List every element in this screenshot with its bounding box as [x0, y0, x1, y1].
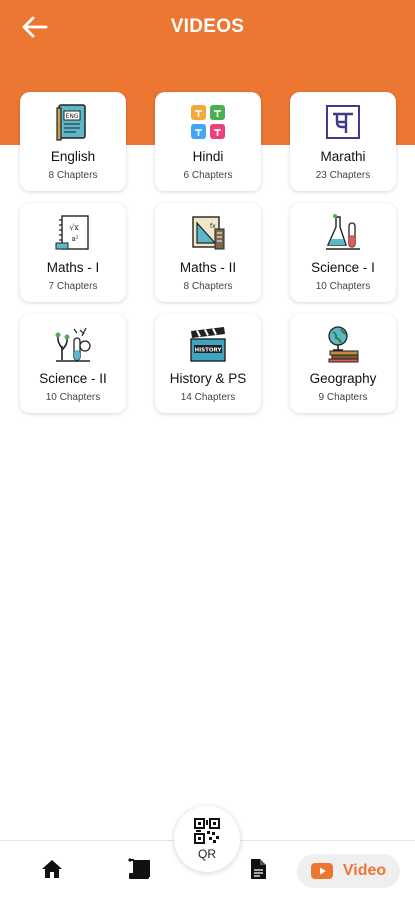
page-title: VIDEOS [170, 16, 245, 37]
chapter-count: 8 Chapters [183, 281, 233, 292]
chapter-count: 23 Chapters [315, 170, 371, 181]
subject-title: Maths - I [46, 260, 100, 275]
subject-title: English [50, 149, 96, 164]
chapter-count: 6 Chapters [183, 170, 233, 181]
subject-title: Hindi [192, 149, 224, 164]
svg-text:ENG: ENG [66, 113, 79, 120]
globe-books-icon [328, 326, 359, 363]
maths-notebook-icon: √x a² [55, 215, 89, 250]
youtube-play-icon [310, 863, 333, 879]
subject-card-english[interactable]: ENG English 8 Chapters [20, 92, 126, 191]
subject-card-history[interactable]: HISTORY History & PS 14 Chapters [155, 314, 261, 413]
svg-text:a²: a² [72, 235, 79, 243]
chapter-count: 8 Chapters [48, 170, 98, 181]
document-icon [251, 859, 266, 879]
nav-documents[interactable] [244, 855, 272, 883]
subject-card-science-1[interactable]: Science - I 10 Chapters [290, 203, 396, 302]
plant-science-icon [55, 327, 91, 362]
geometry-tools-icon: fx [192, 216, 225, 250]
subject-card-hindi[interactable]: Hindi 6 Chapters [155, 92, 261, 191]
hindi-letters-icon [191, 105, 225, 139]
subject-grid: ENG English 8 Chapters Hindi 6 Chapters [20, 92, 396, 413]
subject-title: Science - II [39, 371, 107, 386]
subject-title: Geography [309, 371, 377, 386]
chapter-count: 10 Chapters [45, 392, 101, 403]
subject-card-maths-2[interactable]: fx Maths - II 8 Chapters [155, 203, 261, 302]
english-book-icon: ENG [56, 104, 86, 141]
subject-card-maths-1[interactable]: √x a² Maths - I 7 Chapters [20, 203, 126, 302]
chapter-count: 14 Chapters [180, 392, 236, 403]
nav-video-active[interactable]: Video [297, 854, 400, 888]
qr-label: QR [198, 846, 216, 861]
svg-text:√x: √x [69, 223, 79, 232]
home-icon [42, 860, 62, 878]
marathi-letter-icon [326, 105, 360, 139]
subject-card-science-2[interactable]: Science - II 10 Chapters [20, 314, 126, 413]
subject-title: Maths - II [179, 260, 237, 275]
qr-scan-button[interactable]: QR [174, 806, 240, 872]
chapter-count: 7 Chapters [48, 281, 98, 292]
nav-notes[interactable] [126, 855, 154, 883]
scroll-icon [128, 858, 150, 879]
subject-title: Marathi [320, 149, 366, 164]
qr-code-icon [194, 817, 220, 844]
history-clapper-icon: HISTORY [190, 327, 226, 362]
chapter-count: 9 Chapters [318, 392, 368, 403]
video-nav-label: Video [342, 862, 387, 879]
subject-card-geography[interactable]: Geography 9 Chapters [290, 314, 396, 413]
chapter-count: 10 Chapters [315, 281, 371, 292]
subject-title: History & PS [169, 371, 247, 386]
lab-flask-icon [326, 214, 360, 250]
svg-text:fx: fx [210, 223, 216, 230]
subject-title: Science - I [311, 260, 375, 275]
subject-card-marathi[interactable]: Marathi 23 Chapters [290, 92, 396, 191]
nav-home[interactable] [38, 855, 66, 883]
svg-text:HISTORY: HISTORY [195, 348, 223, 354]
